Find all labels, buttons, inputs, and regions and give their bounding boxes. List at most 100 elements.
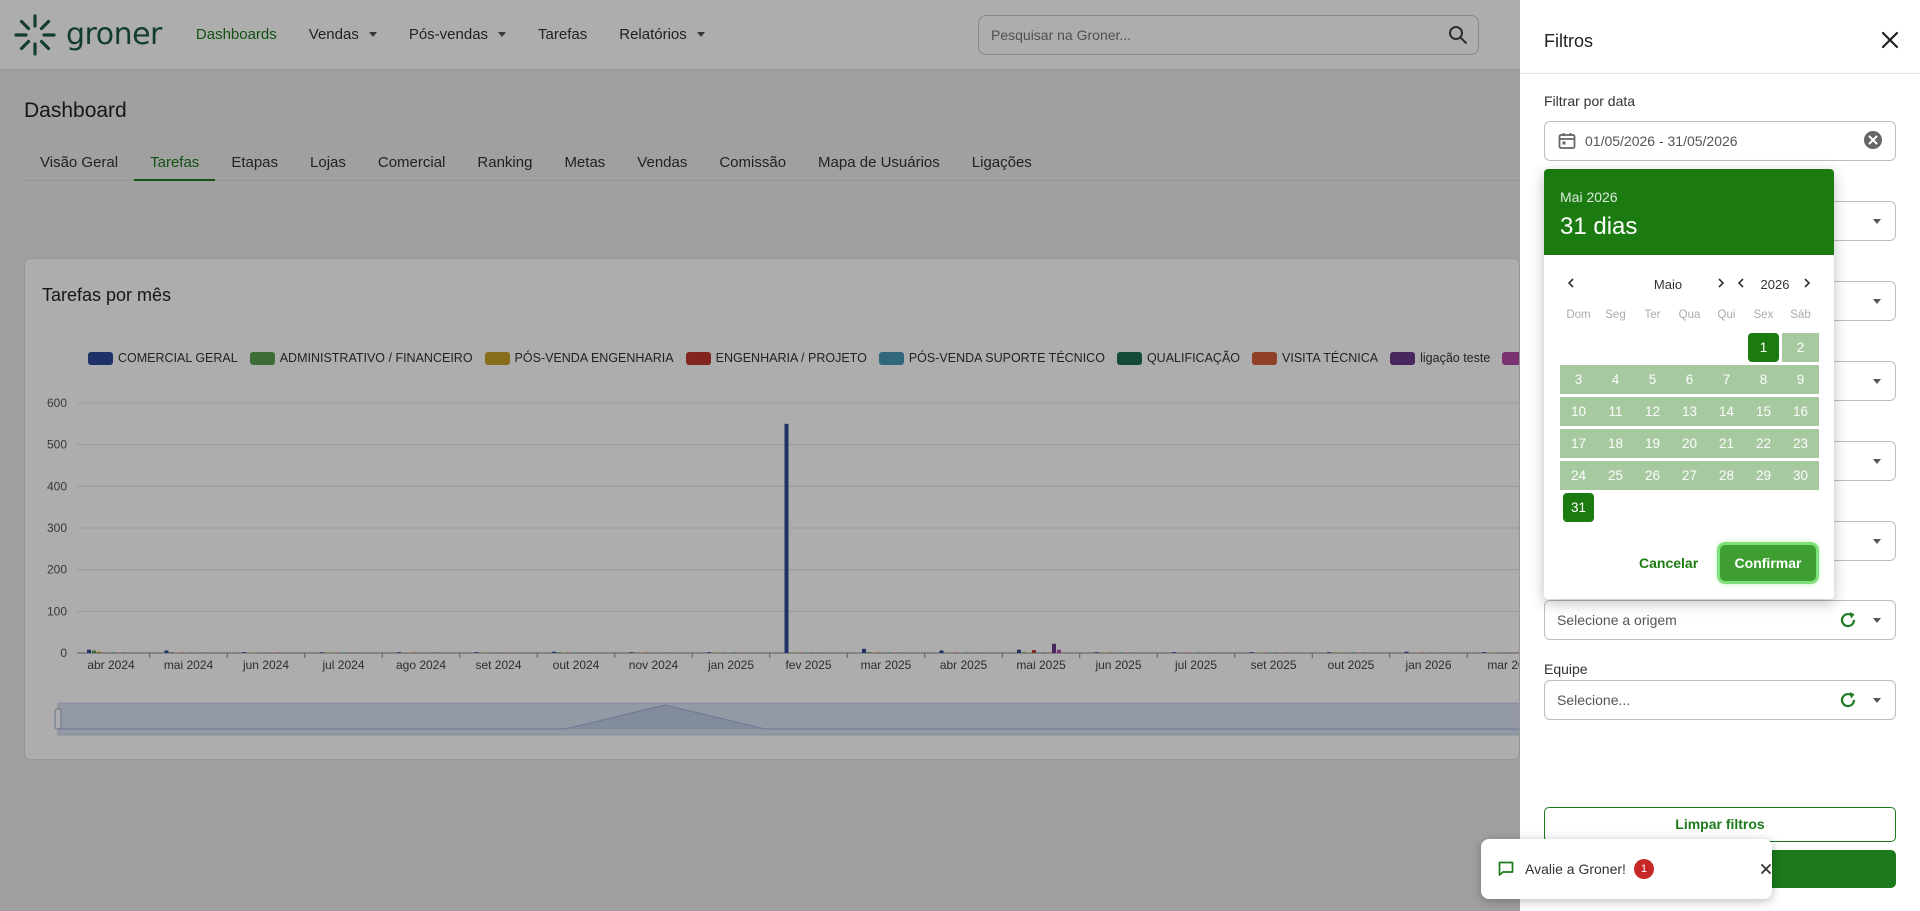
chevron-down-icon[interactable] [1859,697,1895,703]
next-year-icon[interactable] [1802,277,1812,292]
clear-filters-button[interactable]: Limpar filtros [1544,807,1896,842]
range-day[interactable]: 23 [1782,429,1819,458]
range-day[interactable]: 19 [1634,429,1671,458]
refresh-icon[interactable] [1837,370,1859,392]
toast-text: Avalie a Groner! [1525,861,1626,877]
range-day[interactable]: 26 [1634,461,1671,490]
divider [1520,73,1920,74]
weekday-label: Qui [1717,309,1736,321]
range-day[interactable]: 28 [1708,461,1745,490]
feedback-toast[interactable]: Avalie a Groner! 1 [1481,839,1772,899]
empty-day [1597,493,1634,522]
chevron-down-icon[interactable] [1859,218,1895,224]
empty-day [1671,493,1708,522]
empty-day [1671,333,1708,362]
refresh-icon[interactable] [1837,689,1859,711]
weekday-label: Sáb [1790,309,1811,321]
team-label: Equipe [1544,661,1588,677]
range-day[interactable]: 8 [1745,365,1782,394]
range-day[interactable]: 12 [1634,397,1671,426]
team-placeholder: Selecione... [1557,692,1631,708]
team-select[interactable]: Selecione... [1544,680,1896,720]
picker-navigation: Maio 2026 [1544,277,1834,299]
clear-icon[interactable] [1863,130,1883,153]
notification-badge: 1 [1633,859,1654,879]
range-day[interactable]: 25 [1597,461,1634,490]
range-day[interactable]: 18 [1597,429,1634,458]
weekday-label: Seg [1605,309,1626,321]
close-icon[interactable] [1878,28,1902,52]
week-row: 24 25 26 27 28 29 30 [1560,460,1819,492]
origin-select[interactable]: Selecione a origem [1544,600,1896,640]
empty-day [1560,333,1597,362]
calendar-icon [1558,133,1576,149]
prev-month-icon[interactable] [1566,277,1576,292]
month-label[interactable]: Maio [1628,277,1708,292]
empty-day [1782,493,1819,522]
range-day[interactable]: 27 [1671,461,1708,490]
empty-day [1745,493,1782,522]
range-day[interactable]: 24 [1560,461,1597,490]
empty-day [1708,333,1745,362]
week-row: 17 18 19 20 21 22 23 [1560,428,1819,460]
origin-placeholder: Selecione a origem [1557,612,1677,628]
range-day[interactable]: 20 [1671,429,1708,458]
range-day[interactable]: 30 [1782,461,1819,490]
range-day[interactable]: 13 [1671,397,1708,426]
chevron-down-icon[interactable] [1859,298,1895,304]
range-day[interactable]: 11 [1597,397,1634,426]
picker-actions: Cancelar Confirmar [1544,545,1834,585]
modal-backdrop[interactable] [0,0,1520,911]
range-day[interactable]: 6 [1671,365,1708,394]
refresh-icon[interactable] [1837,530,1859,552]
empty-day [1634,493,1671,522]
day-grid: 1 2 3 4 5 6 7 8 9 10 11 12 13 14 15 16 17 18 19 20 21 22 23 24 2… [1560,332,1819,524]
chat-icon [1498,861,1514,876]
refresh-icon[interactable] [1837,210,1859,232]
range-day[interactable]: 3 [1560,365,1597,394]
picker-header: Mai 2026 31 dias [1544,169,1834,255]
chevron-down-icon[interactable] [1859,378,1895,384]
weekday-label: Qua [1678,309,1701,321]
range-day[interactable]: 5 [1634,365,1671,394]
range-day[interactable]: 21 [1708,429,1745,458]
refresh-icon[interactable] [1837,290,1859,312]
range-day[interactable]: 22 [1745,429,1782,458]
refresh-icon[interactable] [1837,609,1859,631]
range-day[interactable]: 15 [1745,397,1782,426]
range-day[interactable]: 16 [1782,397,1819,426]
chevron-down-icon[interactable] [1859,617,1895,623]
weekday-label: Sex [1753,309,1774,321]
range-day[interactable]: 4 [1597,365,1634,394]
range-day[interactable]: 9 [1782,365,1819,394]
range-day[interactable]: 29 [1745,461,1782,490]
chevron-down-icon[interactable] [1859,458,1895,464]
date-range-picker: Mai 2026 31 dias Maio 2026 Dom Seg Ter Qua Q… [1544,169,1834,599]
empty-day [1634,333,1671,362]
prev-year-icon[interactable] [1736,277,1746,292]
year-label[interactable]: 2026 [1754,277,1796,292]
empty-day [1597,333,1634,362]
refresh-icon[interactable] [1837,450,1859,472]
close-icon[interactable] [1758,861,1774,877]
week-row: 12 [1560,332,1819,364]
selected-day[interactable]: 31 [1563,493,1594,522]
date-range-value: 01/05/2026 - 31/05/2026 [1585,133,1738,149]
range-day[interactable]: 7 [1708,365,1745,394]
week-row: 31 [1560,492,1819,524]
selected-day[interactable]: 1 [1748,333,1779,362]
next-month-icon[interactable] [1716,277,1726,292]
cancel-button[interactable]: Cancelar [1639,555,1698,571]
date-range-field[interactable]: 01/05/2026 - 31/05/2026 [1544,121,1896,161]
week-row: 10 11 12 13 14 15 16 [1560,396,1819,428]
range-day[interactable]: 2 [1782,333,1819,362]
range-day[interactable]: 10 [1560,397,1597,426]
week-row: 3456789 [1560,364,1819,396]
confirm-button[interactable]: Confirmar [1720,545,1816,581]
weekday-headers: Dom Seg Ter Qua Qui Sex Sáb [1560,309,1819,321]
range-day[interactable]: 17 [1560,429,1597,458]
range-day[interactable]: 14 [1708,397,1745,426]
chevron-down-icon[interactable] [1859,538,1895,544]
weekday-label: Ter [1644,309,1661,321]
empty-day [1708,493,1745,522]
